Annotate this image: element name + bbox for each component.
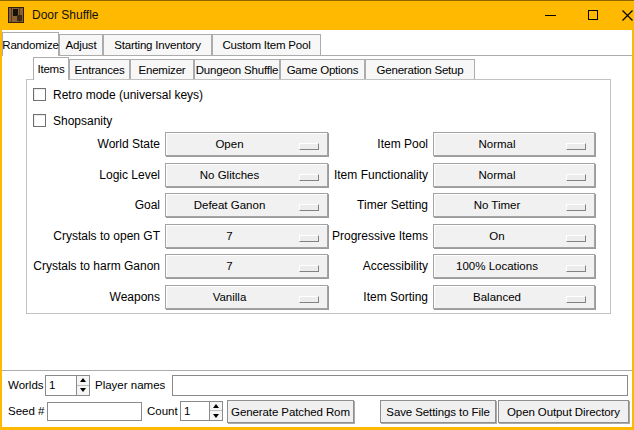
tab-starting-inventory[interactable]: Starting Inventory xyxy=(103,34,212,55)
progressive-items-dropdown[interactable]: On xyxy=(433,224,595,248)
save-settings-button[interactable]: Save Settings to File xyxy=(380,400,496,423)
logic-level-label: Logic Level xyxy=(20,163,160,187)
maximize-button[interactable] xyxy=(577,0,609,30)
accessibility-dropdown[interactable]: 100% Locations xyxy=(433,254,595,278)
dropdown-indicator-icon xyxy=(566,174,586,181)
tab-randomize[interactable]: Randomize xyxy=(2,32,59,56)
tab-adjust[interactable]: Adjust xyxy=(59,34,103,55)
count-spin-down-button[interactable] xyxy=(210,411,222,420)
dropdown-indicator-icon xyxy=(566,296,586,303)
dropdown-indicator-icon xyxy=(566,204,586,211)
generate-patched-rom-button[interactable]: Generate Patched Rom xyxy=(227,400,354,423)
shopsanity-checkbox[interactable] xyxy=(33,114,46,127)
crystals-ganon-label: Crystals to harm Ganon xyxy=(20,254,160,278)
dropdown-indicator-icon xyxy=(566,235,586,242)
item-pool-label: Item Pool xyxy=(258,132,428,156)
player-names-input[interactable] xyxy=(172,375,628,396)
close-icon xyxy=(622,10,633,21)
player-names-label: Player names xyxy=(95,375,165,396)
arrow-up-icon xyxy=(80,378,86,382)
worlds-label: Worlds xyxy=(8,375,44,396)
crystals-gt-label: Crystals to open GT xyxy=(20,224,160,248)
count-spin-up-button[interactable] xyxy=(210,402,222,411)
app-icon xyxy=(8,7,24,23)
timer-setting-label: Timer Setting xyxy=(258,193,428,217)
accessibility-label: Accessibility xyxy=(258,254,428,278)
seed-input[interactable] xyxy=(47,402,142,421)
worlds-spin-down-button[interactable] xyxy=(77,386,89,396)
close-button[interactable] xyxy=(611,0,634,30)
tab-custom-item-pool[interactable]: Custom Item Pool xyxy=(212,34,321,55)
goal-label: Goal xyxy=(20,193,160,217)
minimize-button[interactable] xyxy=(534,0,566,30)
item-functionality-label: Item Functionality xyxy=(258,163,428,187)
retro-mode-checkbox[interactable] xyxy=(33,88,46,101)
item-pool-dropdown[interactable]: Normal xyxy=(433,132,595,156)
count-label: Count xyxy=(147,400,178,423)
world-state-label: World State xyxy=(20,132,160,156)
maximize-icon xyxy=(588,10,598,20)
worlds-spinbox[interactable]: 1 xyxy=(45,375,90,396)
seed-label: Seed # xyxy=(8,400,44,423)
worlds-spin-up-button[interactable] xyxy=(77,376,89,386)
shopsanity-label: Shopsanity xyxy=(53,114,112,128)
arrow-up-icon xyxy=(213,404,219,408)
open-output-directory-button[interactable]: Open Output Directory xyxy=(498,400,629,423)
tab-items[interactable]: Items xyxy=(33,57,69,80)
weapons-label: Weapons xyxy=(20,285,160,309)
dropdown-indicator-icon xyxy=(566,265,586,272)
minimize-icon xyxy=(545,15,556,16)
arrow-down-icon xyxy=(213,414,219,418)
item-functionality-dropdown[interactable]: Normal xyxy=(433,163,595,187)
titlebar: Door Shuffle xyxy=(0,0,634,30)
dropdown-indicator-icon xyxy=(566,143,586,150)
timer-setting-dropdown[interactable]: No Timer xyxy=(433,193,595,217)
item-sorting-label: Item Sorting xyxy=(258,285,428,309)
app-window: Door Shuffle Randomize Adjust Starting I… xyxy=(0,0,634,430)
item-sorting-dropdown[interactable]: Balanced xyxy=(433,285,595,309)
arrow-down-icon xyxy=(80,388,86,392)
count-spinbox[interactable]: 1 xyxy=(180,401,223,421)
window-title: Door Shuffle xyxy=(32,0,99,30)
retro-mode-label: Retro mode (universal keys) xyxy=(53,88,203,102)
progressive-items-label: Progressive Items xyxy=(258,224,428,248)
